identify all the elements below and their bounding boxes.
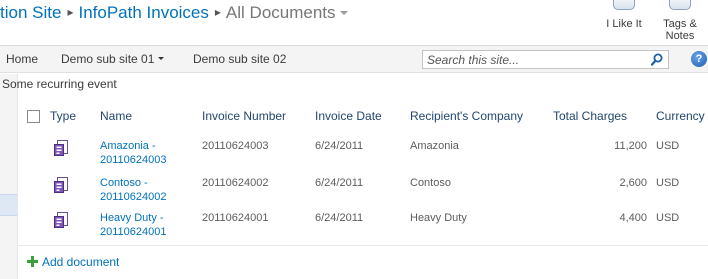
document-name-link[interactable]: Contoso -20110624002 [100, 177, 196, 204]
plus-icon [27, 256, 38, 267]
document-name-line1: Contoso - [100, 177, 148, 189]
chevron-down-icon [158, 57, 165, 60]
column-header-currency[interactable]: Currency [656, 104, 705, 128]
document-name-line1: Amazonia - [100, 140, 156, 152]
tags-label-line2: Notes [665, 30, 695, 42]
quick-launch [0, 74, 18, 279]
total-charges-cell: 4,400 [619, 212, 647, 224]
column-header-total-charges[interactable]: Total Charges [553, 104, 627, 128]
help-icon[interactable]: ? [691, 51, 707, 67]
invoice-date-cell: 6/24/2011 [315, 212, 364, 224]
table-row[interactable]: Amazonia -20110624003 20110624003 6/24/2… [18, 138, 708, 174]
document-name-line1: Heavy Duty - [100, 212, 164, 224]
invoice-number-cell: 20110624002 [202, 177, 269, 189]
search-button[interactable] [646, 51, 668, 68]
i-like-it-button[interactable]: I Like It [598, 0, 650, 46]
breadcrumb: tion Site ▸ InfoPath Invoices ▸ All Document… [0, 2, 348, 26]
column-header-invoice-date[interactable]: Invoice Date [315, 104, 382, 128]
i-like-it-label: I Like It [606, 18, 642, 30]
infopath-document-icon [54, 212, 68, 228]
add-document-link[interactable]: Add document [27, 255, 119, 269]
recipient-company-cell: Amazonia [410, 140, 459, 152]
currency-cell: USD [656, 177, 680, 189]
currency-cell: USD [656, 140, 680, 152]
list-divider [18, 245, 708, 246]
infopath-document-icon [54, 177, 68, 193]
nav-home[interactable]: Home [6, 52, 38, 66]
search-input[interactable] [423, 51, 647, 68]
search-icon [651, 53, 663, 66]
tags-notes-button[interactable]: Tags & Notes [654, 0, 706, 46]
document-name-link[interactable]: Heavy Duty -20110624001 [100, 212, 196, 239]
column-header-name[interactable]: Name [100, 104, 132, 128]
document-name-line2: 20110624002 [100, 190, 167, 203]
tag-icon [669, 0, 691, 10]
search-box [422, 50, 669, 69]
chevron-down-icon [339, 11, 348, 15]
title-bar: tion Site ▸ InfoPath Invoices ▸ All Document… [0, 0, 708, 46]
breadcrumb-separator-icon: ▸ [67, 5, 74, 19]
thumbs-up-icon [613, 0, 635, 10]
recipient-company-cell: Contoso [410, 177, 451, 189]
select-all-checkbox[interactable] [27, 110, 40, 123]
column-header-recipients-company[interactable]: Recipient's Company [410, 104, 523, 128]
top-nav-bar: Home Demo sub site 01 Demo sub site 02 ? [0, 46, 708, 73]
nav-demo-sub-site-02[interactable]: Demo sub site 02 [193, 52, 286, 66]
recipient-company-cell: Heavy Duty [410, 212, 467, 224]
tags-label-line1: Tags & [663, 18, 697, 30]
table-row[interactable]: Heavy Duty -20110624001 20110624001 6/24… [18, 210, 708, 246]
document-name-line2: 20110624001 [100, 225, 167, 238]
currency-cell: USD [656, 212, 680, 224]
quick-launch-selected-item[interactable] [0, 194, 17, 216]
tags-notes-label: Tags & Notes [654, 18, 706, 42]
invoice-number-cell: 20110624003 [202, 140, 269, 152]
column-header-invoice-number[interactable]: Invoice Number [202, 104, 286, 128]
breadcrumb-separator-icon: ▸ [214, 5, 221, 19]
recurring-event-link[interactable]: Some recurring event [2, 77, 117, 91]
breadcrumb-library-link[interactable]: InfoPath Invoices [78, 2, 208, 24]
infopath-document-icon [54, 140, 68, 156]
total-charges-cell: 11,200 [614, 140, 647, 152]
invoice-number-cell: 20110624001 [202, 212, 269, 224]
view-selector[interactable]: All Documents [226, 2, 348, 24]
add-document-label: Add document [42, 255, 120, 269]
nav-demo-sub-site-01-label: Demo sub site 01 [61, 52, 155, 66]
document-name-link[interactable]: Amazonia -20110624003 [100, 140, 196, 167]
total-charges-cell: 2,600 [619, 177, 647, 189]
column-header-type[interactable]: Type [50, 104, 76, 128]
view-name: All Documents [225, 3, 336, 22]
nav-demo-sub-site-01[interactable]: Demo sub site 01 [61, 52, 165, 66]
document-name-line2: 20110624003 [100, 153, 167, 166]
invoice-date-cell: 6/24/2011 [315, 177, 364, 189]
invoice-date-cell: 6/24/2011 [315, 140, 364, 152]
table-row[interactable]: Contoso -20110624002 20110624002 6/24/20… [18, 175, 708, 211]
breadcrumb-site-link[interactable]: tion Site [0, 2, 61, 24]
